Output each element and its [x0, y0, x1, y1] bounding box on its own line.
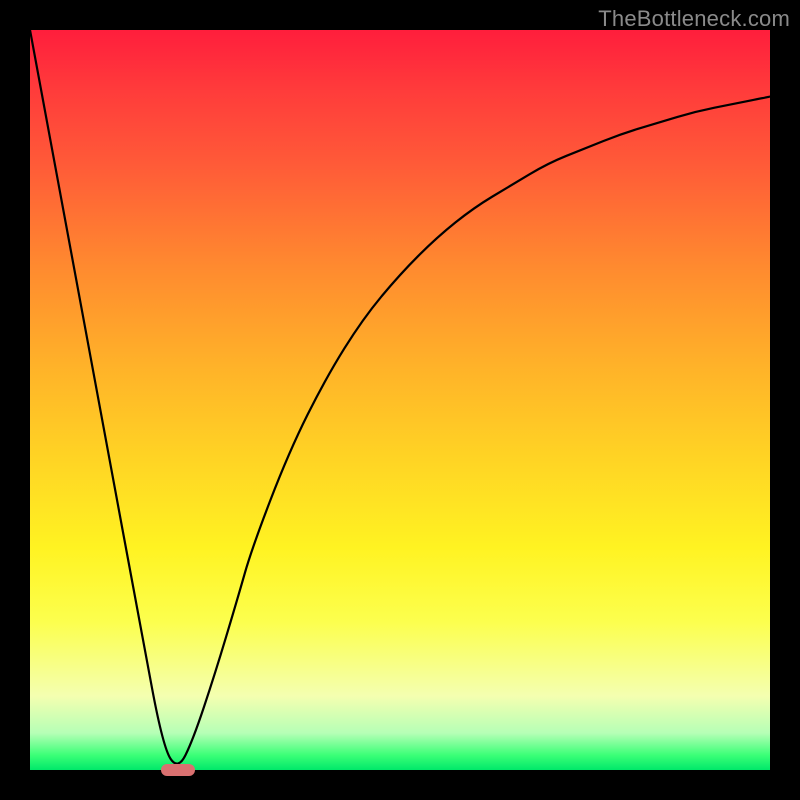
- watermark-label: TheBottleneck.com: [598, 6, 790, 32]
- bottleneck-curve: [30, 30, 770, 770]
- plot-area: [30, 30, 770, 770]
- chart-frame: TheBottleneck.com: [0, 0, 800, 800]
- optimal-marker: [161, 764, 195, 776]
